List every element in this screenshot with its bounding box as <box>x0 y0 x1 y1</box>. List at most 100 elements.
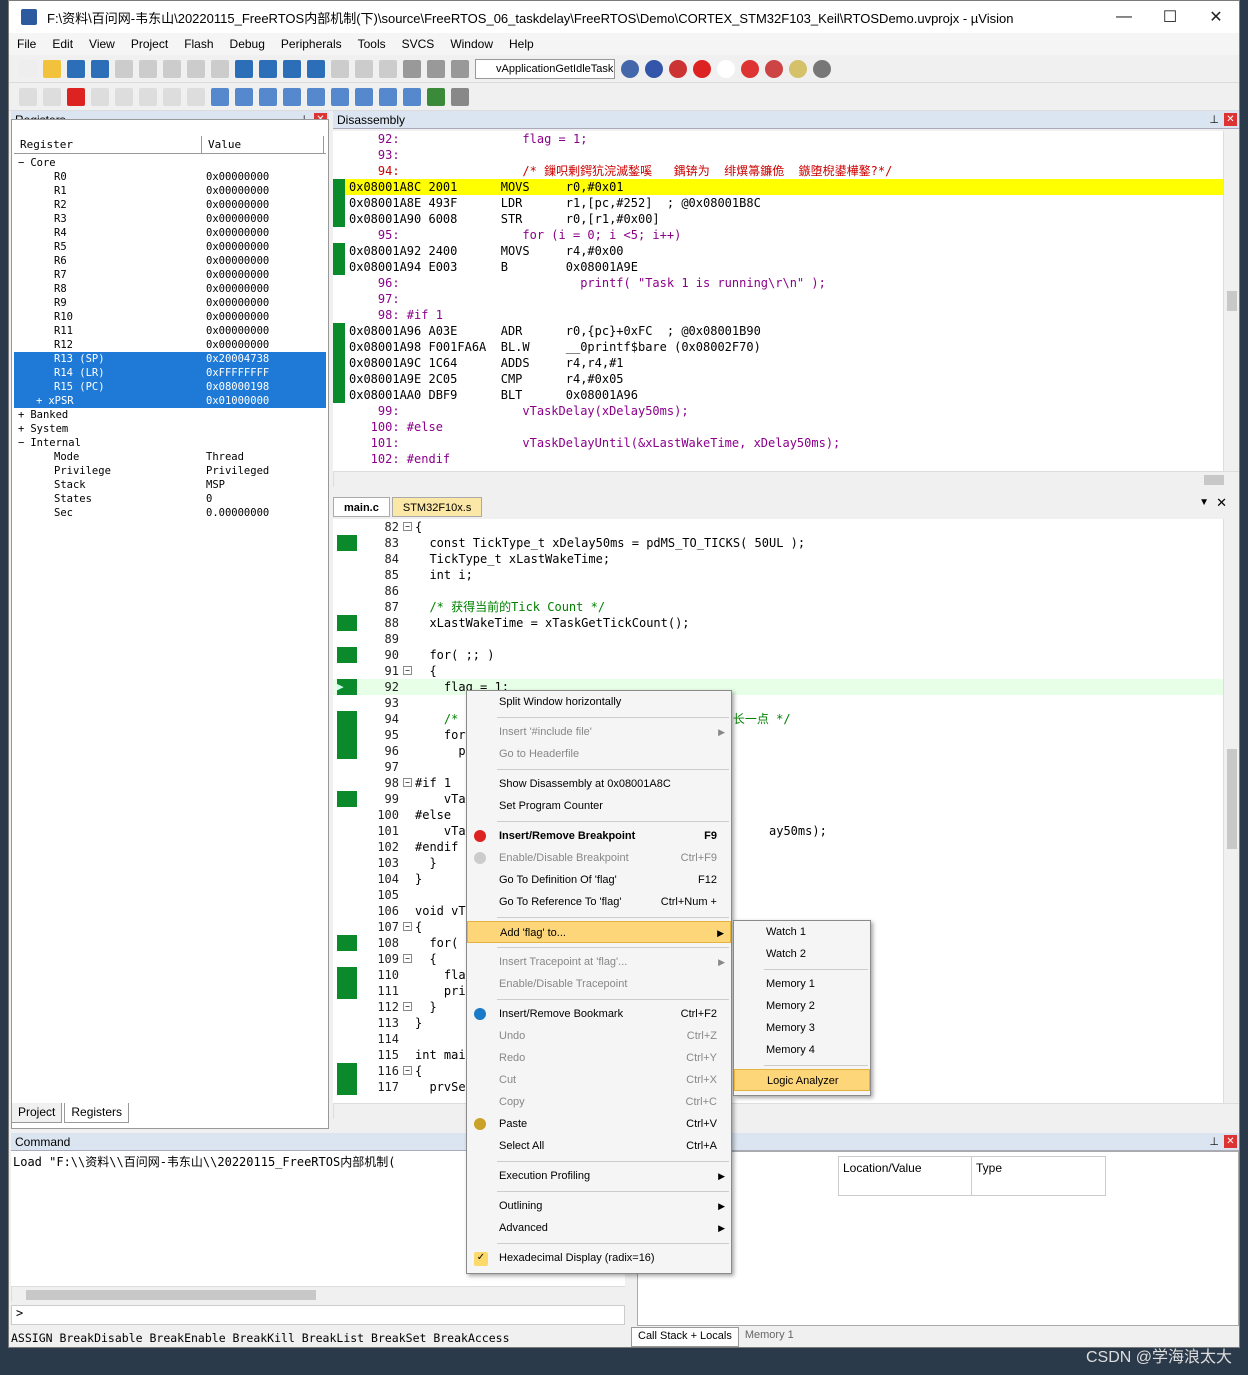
toolbar-icon[interactable] <box>43 59 61 78</box>
toolbar-icon[interactable] <box>355 87 373 106</box>
disassembly-line[interactable]: 101: vTaskDelayUntil(&xLastWakeTime, xDe… <box>333 435 1223 451</box>
toolbar-icon[interactable] <box>331 87 349 106</box>
toolbar-icon[interactable] <box>19 59 37 78</box>
register-row[interactable]: Stack MSP <box>14 478 326 492</box>
disassembly-line[interactable]: 0x08001A96 A03E ADR r0,{pc}+0xFC ; @0x08… <box>333 323 1223 339</box>
expand-icon[interactable]: + <box>36 395 42 407</box>
register-row[interactable]: States 0 <box>14 492 326 506</box>
disassembly-line[interactable]: 0x08001A8E 493F LDR r1,[pc,#252] ; @0x08… <box>333 195 1223 211</box>
disassembly-line[interactable]: 102: #endif <box>333 451 1223 467</box>
register-row[interactable]: − Core <box>14 156 326 170</box>
menu-window[interactable]: Window <box>450 37 493 51</box>
code-line[interactable]: 83 const TickType_t xDelay50ms = pdMS_TO… <box>333 535 1223 551</box>
toolbar-icon[interactable] <box>211 59 229 78</box>
disassembly-line[interactable]: 0x08001A9E 2C05 CMP r4,#0x05 <box>333 371 1223 387</box>
menu-item[interactable]: Select All Ctrl+A <box>467 1135 731 1157</box>
col-value[interactable]: Value <box>202 136 324 153</box>
menu-item[interactable]: Paste Ctrl+V <box>467 1113 731 1135</box>
toolbar-icon[interactable] <box>427 87 445 106</box>
menu-item[interactable]: Insert/Remove Bookmark Ctrl+F2 <box>467 1003 731 1025</box>
toolbar-icon[interactable] <box>741 59 759 78</box>
disassembly-line[interactable]: 0x08001A9C 1C64 ADDS r4,r4,#1 <box>333 355 1223 371</box>
code-line[interactable]: 89 <box>333 631 1223 647</box>
menu-item[interactable]: Execution Profiling ▶ <box>467 1165 731 1187</box>
expand-icon[interactable]: + <box>18 409 24 421</box>
register-row[interactable]: R5 0x00000000 <box>14 240 326 254</box>
toolbar-icon[interactable] <box>307 87 325 106</box>
toolbar-icon[interactable] <box>645 59 663 78</box>
menu-item[interactable]: Outlining ▶ <box>467 1195 731 1217</box>
register-row[interactable]: R6 0x00000000 <box>14 254 326 268</box>
expand-icon[interactable]: + <box>18 423 24 435</box>
toolbar-icon[interactable] <box>379 87 397 106</box>
toolbar-icon[interactable] <box>235 59 253 78</box>
fold-icon[interactable]: − <box>403 522 412 531</box>
toolbar-icon[interactable] <box>451 59 469 78</box>
register-row[interactable]: Sec 0.00000000 <box>14 506 326 520</box>
code-line[interactable]: 82−{ <box>333 519 1223 535</box>
fold-icon[interactable]: − <box>403 778 412 787</box>
toolbar-icon[interactable] <box>355 59 373 78</box>
disassembly-hscrollbar[interactable] <box>333 471 1239 487</box>
menu-svcs[interactable]: SVCS <box>402 37 435 51</box>
disassembly-line[interactable]: 96: printf( "Task 1 is running\r\n" ); <box>333 275 1223 291</box>
toolbar-icon[interactable] <box>67 87 85 106</box>
col-location[interactable]: Location/Value <box>839 1157 972 1195</box>
fold-icon[interactable]: − <box>403 954 412 963</box>
register-row[interactable]: + xPSR 0x01000000 <box>14 394 326 408</box>
code-line[interactable]: 84 TickType_t xLastWakeTime; <box>333 551 1223 567</box>
menu-flash[interactable]: Flash <box>184 37 213 51</box>
register-row[interactable]: R9 0x00000000 <box>14 296 326 310</box>
menu-peripherals[interactable]: Peripherals <box>281 37 342 51</box>
editor-scrollbar[interactable] <box>1223 519 1239 1103</box>
menu-project[interactable]: Project <box>131 37 168 51</box>
code-line[interactable]: 91− { <box>333 663 1223 679</box>
register-row[interactable]: R4 0x00000000 <box>14 226 326 240</box>
toolbar-icon[interactable] <box>67 59 85 78</box>
menu-item[interactable]: Split Window horizontally <box>467 691 731 713</box>
menu-item[interactable]: Watch 2 <box>734 943 870 965</box>
register-row[interactable]: R3 0x00000000 <box>14 212 326 226</box>
toolbar-icon[interactable] <box>187 87 205 106</box>
disassembly-line[interactable]: 92: flag = 1; <box>333 131 1223 147</box>
disassembly-line[interactable]: 100: #else <box>333 419 1223 435</box>
menu-item[interactable]: Insert/Remove Breakpoint F9 <box>467 825 731 847</box>
menu-item[interactable]: Go To Reference To 'flag' Ctrl+Num + <box>467 891 731 913</box>
tab-call-stack[interactable]: Call Stack + Locals <box>631 1327 739 1347</box>
toolbar-icon[interactable] <box>403 87 421 106</box>
tab-stm32f10x-s[interactable]: STM32F10x.s <box>391 497 483 517</box>
close-icon[interactable]: ✕ <box>1224 1135 1237 1148</box>
toolbar-icon[interactable] <box>789 59 807 78</box>
toolbar-icon[interactable] <box>211 87 229 106</box>
menu-file[interactable]: File <box>17 37 36 51</box>
register-row[interactable]: − Internal <box>14 436 326 450</box>
register-row[interactable]: Privilege Privileged <box>14 464 326 478</box>
command-hscrollbar[interactable] <box>11 1286 625 1302</box>
menu-help[interactable]: Help <box>509 37 534 51</box>
disassembly-line[interactable]: 97: <box>333 291 1223 307</box>
menu-item[interactable]: Watch 1 <box>734 921 870 943</box>
register-row[interactable]: R8 0x00000000 <box>14 282 326 296</box>
toolbar-icon[interactable] <box>331 59 349 78</box>
expand-icon[interactable]: − <box>18 157 24 169</box>
pin-icon[interactable]: ⊥ <box>1209 111 1219 129</box>
disassembly-line[interactable]: 99: vTaskDelay(xDelay50ms); <box>333 403 1223 419</box>
menu-item[interactable]: Memory 4 <box>734 1039 870 1061</box>
fold-icon[interactable]: − <box>403 666 412 675</box>
toolbar-icon[interactable] <box>403 59 421 78</box>
register-row[interactable]: R14 (LR) 0xFFFFFFFF <box>14 366 326 380</box>
disassembly-line[interactable]: 0x08001A92 2400 MOVS r4,#0x00 <box>333 243 1223 259</box>
toolbar-icon[interactable] <box>115 59 133 78</box>
tab-memory-1[interactable]: Memory 1 <box>739 1327 800 1347</box>
disassembly-line[interactable]: 0x08001AA0 DBF9 BLT 0x08001A96 <box>333 387 1223 403</box>
disassembly-scrollbar[interactable] <box>1223 131 1239 471</box>
toolbar-icon[interactable] <box>139 87 157 106</box>
command-input[interactable]: > <box>11 1305 625 1325</box>
close-icon[interactable]: ✕ <box>1224 113 1237 126</box>
fold-icon[interactable]: − <box>403 1066 412 1075</box>
tab-list-icon[interactable]: ▼ <box>1199 497 1209 508</box>
col-register[interactable]: Register <box>14 136 202 153</box>
code-line[interactable]: 90 for( ;; ) <box>333 647 1223 663</box>
close-icon[interactable]: ✕ <box>1216 495 1227 511</box>
code-line[interactable]: 87 /* 获得当前的Tick Count */ <box>333 599 1223 615</box>
